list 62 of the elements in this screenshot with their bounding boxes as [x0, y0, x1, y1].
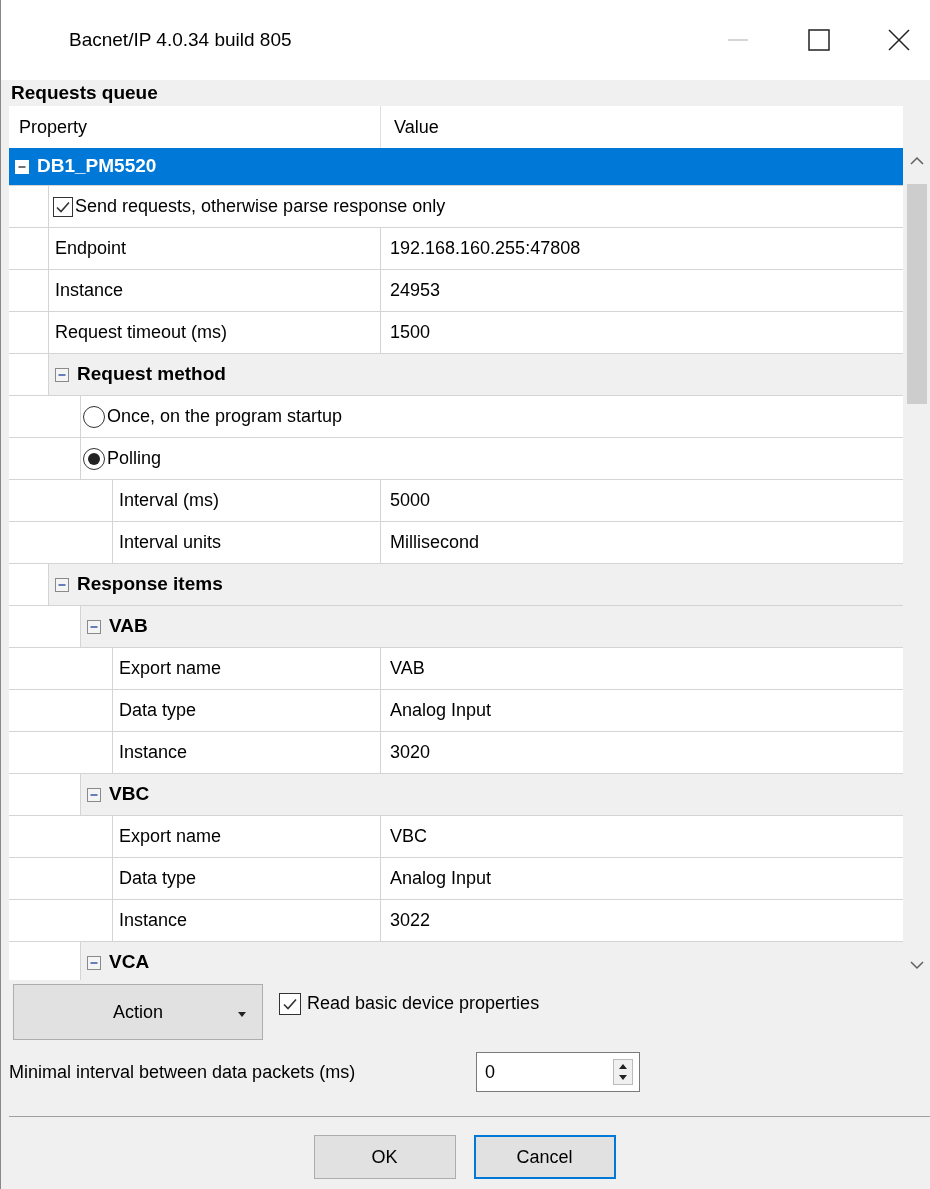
checkbox-label: Read basic device properties [307, 992, 540, 1015]
property-name: Data type [113, 690, 381, 731]
group-row[interactable]: Request method [49, 354, 904, 395]
collapse-icon[interactable] [87, 955, 101, 970]
group-label: Request method [77, 362, 226, 387]
property-value[interactable]: 192.168.160.255:47808 [381, 228, 904, 269]
dialog-button[interactable]: OK [313, 1135, 456, 1179]
property-name: Request timeout (ms) [49, 312, 381, 353]
group-row[interactable]: VCA [81, 942, 904, 980]
close-icon[interactable] [888, 29, 910, 51]
property-name: Instance [113, 900, 381, 941]
caret-icon [238, 1012, 246, 1017]
group-label: VCA [109, 950, 150, 975]
group-row[interactable]: VBC [81, 774, 904, 815]
scroll-up-icon[interactable] [909, 156, 924, 166]
group-row[interactable]: VAB [81, 606, 904, 647]
radio-button[interactable] [83, 405, 105, 428]
dialog-button[interactable]: Cancel [473, 1135, 616, 1179]
group-label: DB1_PM5520 [37, 154, 157, 179]
property-value[interactable]: VBC [381, 816, 904, 857]
radio-label: Polling [107, 447, 162, 470]
checkbox[interactable] [53, 196, 73, 217]
property-value[interactable]: VAB [381, 648, 904, 689]
property-name: Interval units [113, 522, 381, 563]
property-name: Interval (ms) [113, 480, 381, 521]
collapse-icon[interactable] [87, 787, 101, 802]
property-value[interactable]: 3020 [381, 732, 904, 773]
panel-title: Requests queue [10, 80, 158, 105]
property-value[interactable]: Analog Input [381, 690, 904, 731]
radio-button[interactable] [83, 447, 105, 470]
property-value[interactable]: 24953 [381, 270, 904, 311]
property-name: Export name [113, 816, 381, 857]
spinner-arrows-icon[interactable] [613, 1059, 633, 1085]
group-row[interactable]: Response items [49, 564, 904, 605]
property-name: Export name [113, 648, 381, 689]
group-label: VBC [109, 782, 150, 807]
action-button[interactable]: Action [13, 984, 263, 1040]
property-name: Data type [113, 858, 381, 899]
property-name: Instance [49, 270, 381, 311]
group-row[interactable]: DB1_PM5520 [9, 148, 904, 185]
maximize-icon[interactable] [808, 29, 830, 51]
property-value[interactable]: 1500 [381, 312, 904, 353]
property-name: Instance [113, 732, 381, 773]
group-label: Response items [77, 572, 223, 597]
group-label: VAB [109, 614, 148, 639]
scroll-down-icon[interactable] [909, 960, 924, 970]
checkbox[interactable] [279, 992, 301, 1015]
collapse-icon[interactable] [55, 367, 69, 382]
radio-label: Once, on the program startup [107, 405, 343, 428]
property-value[interactable]: Millisecond [381, 522, 904, 563]
checkbox-label: Send requests, otherwise parse response only [75, 195, 446, 218]
spin-field[interactable]: 0 [476, 1052, 640, 1092]
scrollbar-thumb[interactable] [906, 184, 927, 404]
collapse-icon[interactable] [87, 619, 101, 634]
collapse-icon[interactable] [55, 577, 69, 592]
property-value[interactable]: Analog Input [381, 858, 904, 899]
column-header[interactable]: Value [381, 106, 903, 148]
property-name: Endpoint [49, 228, 381, 269]
field-label: Minimal interval between data packets (ms) [9, 1060, 357, 1084]
window-title: Bacnet/IP 4.0.34 build 805 [69, 27, 293, 52]
property-value[interactable]: 5000 [381, 480, 904, 521]
property-value[interactable]: 3022 [381, 900, 904, 941]
